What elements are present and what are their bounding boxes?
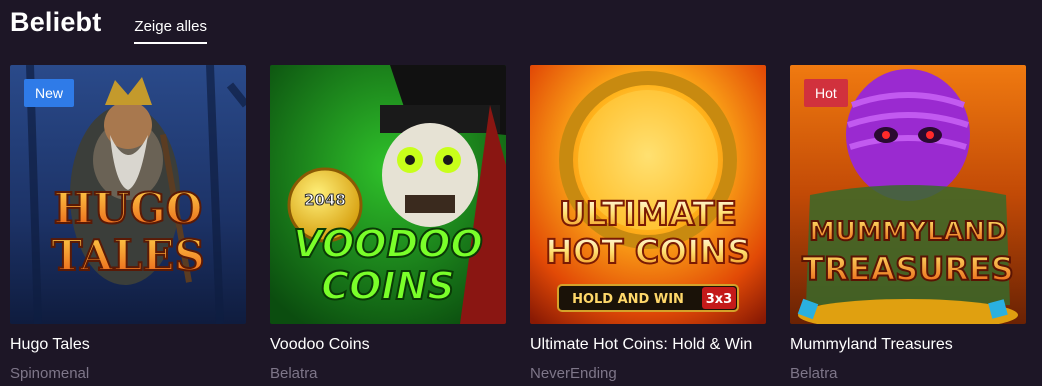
game-provider: Belatra: [790, 365, 838, 382]
game-title[interactable]: Voodoo Coins: [270, 334, 506, 356]
thumb-title-line1: VOODOO: [293, 222, 483, 266]
game-title[interactable]: Ultimate Hot Coins: Hold & Win: [530, 334, 766, 356]
game-provider: NeverEnding: [530, 365, 617, 382]
thumb-title-line1: HUGO: [54, 184, 203, 233]
game-title[interactable]: Mummyland Treasures: [790, 334, 1026, 356]
game-card-mummyland-treasures[interactable]: MUMMYLAND TREASURES Hot Mummyland Treasu…: [790, 65, 1026, 384]
game-thumbnail[interactable]: HUGO TALES New: [10, 65, 246, 324]
game-card-hugo-tales[interactable]: HUGO TALES New Hugo Tales Spinomenal: [10, 65, 246, 384]
game-provider: Spinomenal: [10, 365, 90, 382]
thumb-title-line2: HOT COINS: [545, 232, 751, 271]
game-title[interactable]: Hugo Tales: [10, 334, 246, 356]
game-thumbnail[interactable]: 2048 VOODOO COINS: [270, 65, 506, 324]
coin-value: 2048: [304, 191, 346, 209]
thumb-title-line1: ULTIMATE: [559, 194, 737, 233]
thumb-title-line2: COINS: [321, 264, 455, 308]
thumb-hold-and-win: HOLD AND WIN: [572, 292, 684, 307]
voodoo-coins-artwork: 2048 VOODOO COINS: [270, 65, 506, 324]
thumb-3x3: 3x3: [706, 292, 732, 307]
game-provider: Belatra: [270, 365, 318, 382]
section-title: Beliebt: [10, 7, 102, 37]
game-card-voodoo-coins[interactable]: 2048 VOODOO COINS Voodoo Coins Belatra: [270, 65, 506, 384]
game-thumbnail[interactable]: ULTIMATE HOT COINS HOLD AND WIN 3x3: [530, 65, 766, 324]
game-card-ultimate-hot-coins[interactable]: ULTIMATE HOT COINS HOLD AND WIN 3x3 Ulti…: [530, 65, 766, 384]
thumb-title-line1: MUMMYLAND: [809, 217, 1007, 247]
thumb-title-line2: TALES: [51, 231, 204, 280]
game-grid: HUGO TALES New Hugo Tales Spinomenal 204…: [10, 65, 1026, 384]
hot-badge: Hot: [804, 79, 848, 107]
section-header: Beliebt Zeige alles: [10, 0, 207, 50]
game-thumbnail[interactable]: MUMMYLAND TREASURES Hot: [790, 65, 1026, 324]
ultimate-hot-coins-artwork: ULTIMATE HOT COINS HOLD AND WIN 3x3: [530, 65, 766, 324]
new-badge: New: [24, 79, 75, 107]
thumb-title-line2: TREASURES: [802, 250, 1014, 288]
show-all-link[interactable]: Zeige alles: [134, 17, 207, 44]
